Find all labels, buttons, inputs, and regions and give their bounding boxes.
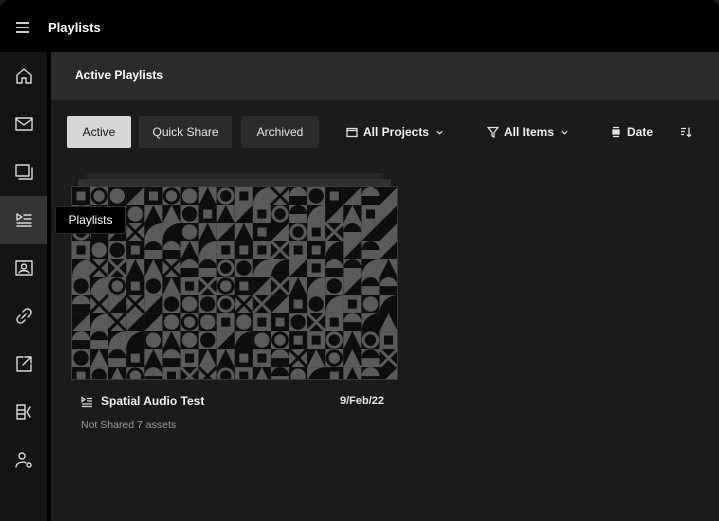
filter-icon bbox=[487, 126, 499, 138]
projects-filter-label: All Projects bbox=[363, 125, 430, 139]
sidebar-divider bbox=[47, 52, 51, 521]
share-icon bbox=[15, 356, 32, 372]
sidebar-item-links[interactable] bbox=[0, 292, 47, 340]
chevron-down-icon bbox=[561, 130, 568, 135]
sort-field-icon bbox=[612, 126, 620, 138]
sidebar-item-layers[interactable] bbox=[0, 148, 47, 196]
playlist-date: 9/Feb/22 bbox=[340, 395, 385, 407]
sort-field-label: Date bbox=[627, 125, 654, 139]
playlists-icon bbox=[15, 213, 32, 227]
playlist-icon bbox=[81, 395, 93, 408]
items-filter-label: All Items bbox=[504, 125, 555, 139]
layers-icon bbox=[14, 164, 33, 180]
home-icon bbox=[15, 68, 32, 84]
app-topbar: Playlists bbox=[0, 0, 719, 52]
chevron-down-icon bbox=[436, 130, 443, 135]
sidebar-item-inbox[interactable] bbox=[0, 100, 47, 148]
sidebar-item-share[interactable] bbox=[0, 340, 47, 388]
link-icon bbox=[15, 308, 32, 324]
folder-icon bbox=[346, 127, 358, 138]
app-title: Playlists bbox=[48, 20, 101, 35]
playlist-title[interactable]: Spatial Audio Test bbox=[101, 394, 204, 408]
user-settings-icon bbox=[14, 452, 32, 468]
tab-archived[interactable]: Archived bbox=[241, 116, 319, 148]
share-status: Not Shared bbox=[81, 419, 135, 431]
sidebar-item-user-settings[interactable] bbox=[0, 436, 47, 484]
sidebar bbox=[0, 52, 47, 521]
sidebar-tooltip: Playlists bbox=[55, 206, 126, 234]
sort-direction-icon bbox=[681, 127, 692, 138]
sidebar-item-contacts[interactable] bbox=[0, 244, 47, 292]
tab-quick-share[interactable]: Quick Share bbox=[139, 116, 232, 148]
projects-filter[interactable]: All Projects bbox=[346, 124, 444, 140]
inbox-icon bbox=[14, 117, 33, 131]
sort-direction-button[interactable] bbox=[680, 124, 697, 140]
page-title: Active Playlists bbox=[75, 68, 164, 82]
page-header: Active Playlists bbox=[51, 52, 719, 100]
sidebar-item-home[interactable] bbox=[0, 52, 47, 100]
tab-active[interactable]: Active bbox=[67, 116, 131, 148]
items-filter[interactable]: All Items bbox=[487, 124, 569, 140]
compare-icon bbox=[15, 404, 31, 420]
menu-icon[interactable] bbox=[16, 22, 29, 33]
sidebar-item-playlists[interactable] bbox=[0, 196, 47, 244]
sort-field[interactable]: Date bbox=[610, 124, 653, 140]
sidebar-item-compare[interactable] bbox=[0, 388, 47, 436]
asset-count: 7 assets bbox=[137, 419, 177, 431]
card-stack-middle bbox=[78, 179, 391, 186]
contact-card-icon bbox=[14, 260, 33, 276]
playlist-meta: Not Shared 7 assets bbox=[81, 419, 176, 431]
